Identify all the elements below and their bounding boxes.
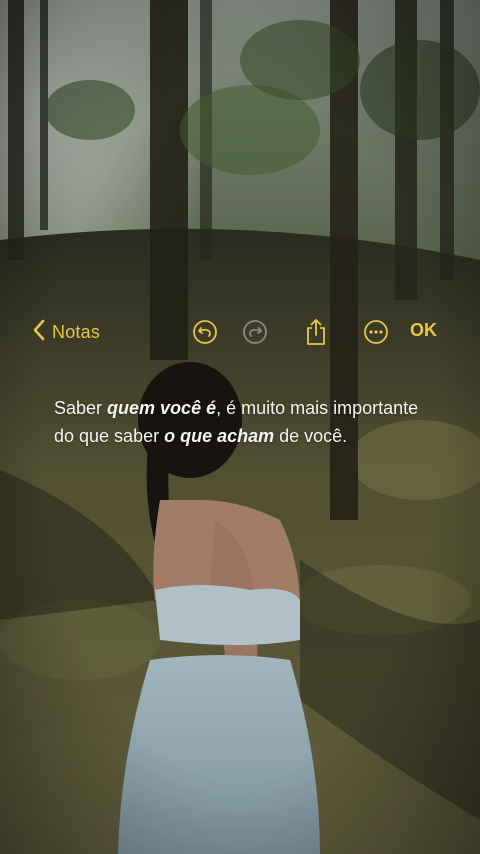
undo-icon[interactable]	[191, 318, 219, 346]
chevron-left-icon	[32, 319, 46, 346]
notes-toolbar: Notas OK	[0, 314, 480, 350]
note-emphasis-segment: o que acham	[164, 426, 275, 446]
back-label: Notas	[52, 321, 101, 342]
note-body[interactable]: Saber quem você é, é muito mais importan…	[54, 394, 434, 450]
more-icon[interactable]	[362, 318, 390, 346]
done-button[interactable]: OK	[410, 320, 437, 341]
redo-icon[interactable]	[241, 318, 269, 346]
note-emphasis-segment: quem você é	[107, 398, 217, 418]
note-text-segment: Saber	[54, 398, 108, 418]
share-icon[interactable]	[302, 318, 330, 346]
back-button[interactable]: Notas	[32, 318, 100, 346]
note-text-segment: de você.	[274, 426, 348, 446]
